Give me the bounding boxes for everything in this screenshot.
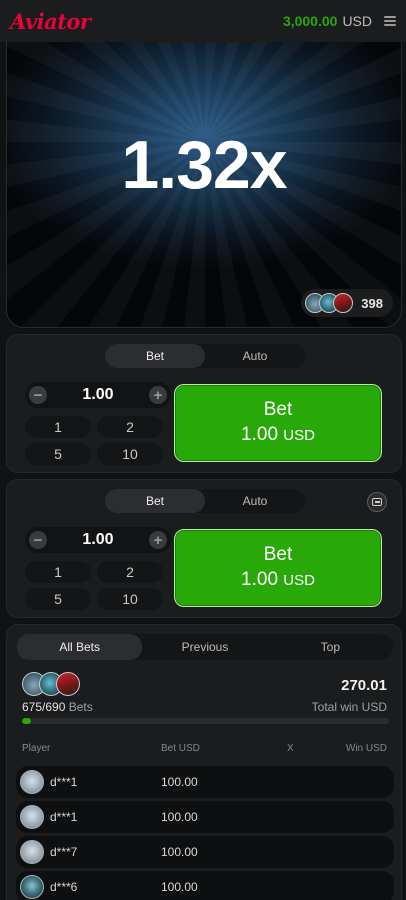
balance-amount: 3,000.00 xyxy=(282,13,338,29)
bet-amount: 100.00 xyxy=(161,880,198,894)
bet-button-amount: 1.00 xyxy=(241,568,279,590)
avatar xyxy=(56,672,80,696)
total-win-value: 270.01 xyxy=(341,677,387,694)
tab-top[interactable]: Top xyxy=(268,634,393,660)
bet-mode-tabs: Bet Auto xyxy=(105,344,305,368)
column-header-bet: Bet USD xyxy=(161,743,200,754)
player-name: d***1 xyxy=(50,810,78,824)
avatar xyxy=(20,875,44,899)
tab-auto[interactable]: Auto xyxy=(205,344,305,368)
online-players-count: 398 xyxy=(361,295,383,311)
bets-tabs: All Bets Previous Top xyxy=(17,634,393,660)
multiplier-display: 1.32x xyxy=(121,127,287,203)
quick-amount-button[interactable]: 5 xyxy=(25,588,91,610)
bet-amount-input[interactable]: 1.00 xyxy=(82,531,113,549)
bet-button-amount-line: 1.00 USD xyxy=(241,422,315,449)
online-players-pill[interactable]: 398 xyxy=(301,289,393,317)
column-header-player: Player xyxy=(22,743,51,754)
quick-amount-button[interactable]: 1 xyxy=(25,561,91,583)
player-name: d***1 xyxy=(50,775,78,789)
quick-amount-button[interactable]: 10 xyxy=(97,588,163,610)
bet-panel-1: Bet Auto − 1.00 + 1 2 5 10 Bet 1.00 USD xyxy=(6,334,402,473)
bet-mode-tabs: Bet Auto xyxy=(105,489,305,513)
hamburger-menu-icon[interactable] xyxy=(384,16,396,26)
balance-currency: USD xyxy=(342,13,372,29)
increase-button[interactable]: + xyxy=(148,386,167,404)
place-bet-button[interactable]: Bet 1.00 USD xyxy=(174,529,382,607)
bets-count: 675/690 Bets xyxy=(22,700,93,714)
bets-count-label: Bets xyxy=(68,700,93,714)
bet-button-amount-line: 1.00 USD xyxy=(241,567,315,594)
bet-button-currency: USD xyxy=(283,426,315,444)
bet-amount: 100.00 xyxy=(161,775,198,789)
bettor-avatars xyxy=(22,672,80,696)
bet-amount-input[interactable]: 1.00 xyxy=(82,386,113,404)
top-bar: Aviator 3,000.00 USD xyxy=(0,0,406,42)
bet-amount: 100.00 xyxy=(161,845,198,859)
bet-button-amount: 1.00 xyxy=(241,423,279,445)
player-avatars xyxy=(305,293,354,313)
tab-all-bets[interactable]: All Bets xyxy=(17,634,143,660)
total-win-label: Total win USD xyxy=(311,700,387,714)
bets-progress-bar xyxy=(22,718,389,724)
bet-button-label: Bet xyxy=(263,398,293,420)
bet-amount-stepper: − 1.00 + xyxy=(25,382,171,408)
table-row: d***7 100.00 xyxy=(16,836,394,868)
game-canvas: 1.32x 398 xyxy=(6,42,402,328)
player-name: d***6 xyxy=(50,880,78,894)
quick-amount-button[interactable]: 2 xyxy=(97,561,163,583)
bet-panel-2: Bet Auto − 1.00 + 1 2 5 10 Bet 1.00 USD xyxy=(6,479,402,618)
column-header-multiplier: X xyxy=(287,743,294,754)
decrease-button[interactable]: − xyxy=(29,531,47,549)
avatar xyxy=(20,840,44,864)
tab-bet[interactable]: Bet xyxy=(105,344,205,368)
bets-progress-fill xyxy=(22,718,32,724)
quick-amount-button[interactable]: 10 xyxy=(97,443,163,465)
avatar xyxy=(333,293,354,313)
table-row: d***6 100.00 xyxy=(16,871,394,900)
tab-previous[interactable]: Previous xyxy=(142,634,267,660)
quick-amount-button[interactable]: 1 xyxy=(25,416,91,438)
player-name: d***7 xyxy=(50,845,78,859)
decrease-button[interactable]: − xyxy=(29,386,47,404)
avatar xyxy=(20,770,44,794)
aviator-logo: Aviator xyxy=(10,8,91,34)
bet-button-currency: USD xyxy=(283,571,315,589)
quick-amount-button[interactable]: 5 xyxy=(25,443,91,465)
bet-button-label: Bet xyxy=(263,543,293,565)
bets-panel: All Bets Previous Top 675/690 Bets 270.0… xyxy=(6,624,402,900)
increase-button[interactable]: + xyxy=(148,531,167,549)
bet-amount: 100.00 xyxy=(161,810,198,824)
bets-count-value: 675/690 xyxy=(22,700,66,714)
balance-display: 3,000.00 USD xyxy=(283,13,372,29)
table-row: d***1 100.00 xyxy=(16,801,394,833)
table-row: d***1 100.00 xyxy=(16,766,394,798)
column-header-win: Win USD xyxy=(345,743,387,754)
tab-bet[interactable]: Bet xyxy=(105,489,205,513)
place-bet-button[interactable]: Bet 1.00 USD xyxy=(174,384,382,462)
minus-box-icon[interactable] xyxy=(367,492,387,512)
avatar xyxy=(20,805,44,829)
bet-amount-stepper: − 1.00 + xyxy=(25,527,171,553)
tab-auto[interactable]: Auto xyxy=(205,489,305,513)
quick-amount-button[interactable]: 2 xyxy=(97,416,163,438)
